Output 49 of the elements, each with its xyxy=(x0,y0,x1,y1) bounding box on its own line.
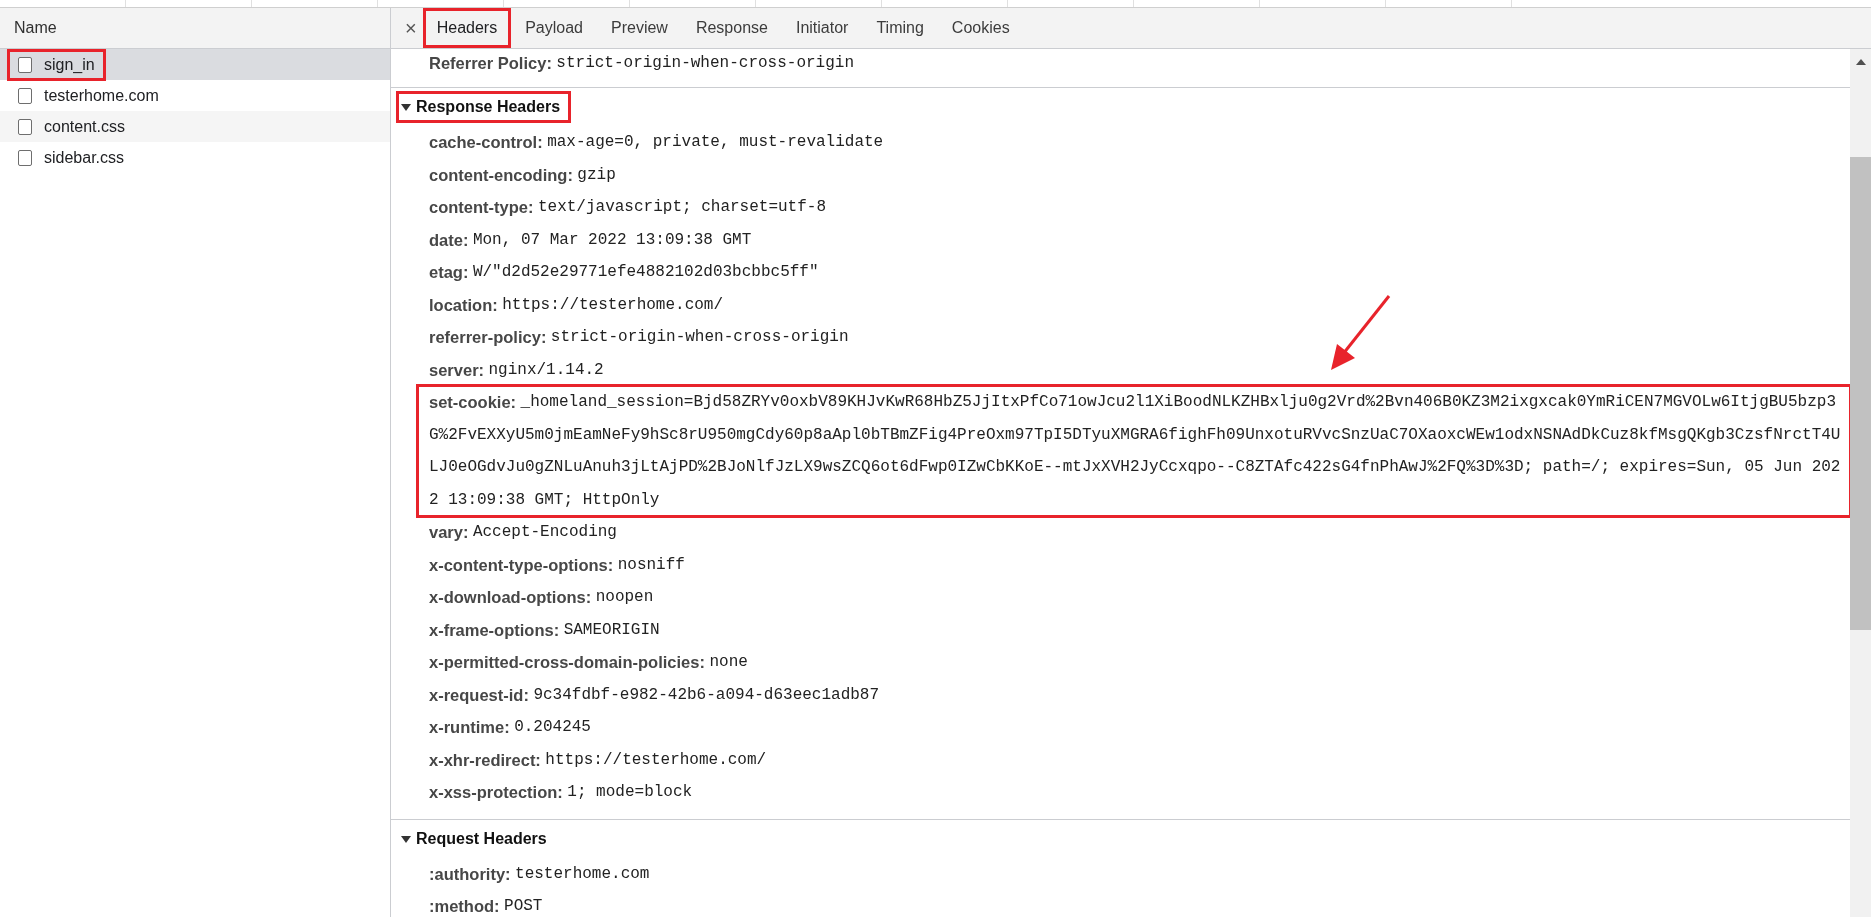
file-icon xyxy=(18,149,32,166)
header-entry: Referrer Policy: strict-origin-when-cross-origin xyxy=(428,53,855,74)
tab[interactable]: Headers xyxy=(422,8,512,48)
header-entry: :method: POST xyxy=(428,896,544,917)
file-icon xyxy=(18,87,32,104)
tab[interactable]: Initiator xyxy=(781,8,863,48)
triangle-icon[interactable] xyxy=(401,833,411,844)
tab[interactable]: Timing xyxy=(862,8,938,48)
header-entry: cache-control: max-age=0, private, must-revalidate xyxy=(428,132,885,153)
section-header[interactable]: Request Headers xyxy=(399,825,555,852)
header-entry: x-xhr-redirect: https://testerhome.com/ xyxy=(428,749,768,771)
header-entry: x-download-options: noopen xyxy=(428,587,655,608)
header-entry: referrer-policy: strict-origin-when-cross-origin xyxy=(428,327,850,348)
request-name: content.css xyxy=(44,117,125,136)
header-entry: etag: W/"d2d52e29771efe4882102d03bcbbc5ff" xyxy=(428,262,820,283)
request-name: sign_in xyxy=(44,55,95,74)
close-button[interactable]: × xyxy=(399,8,423,48)
header-entry: location: https://testerhome.com/ xyxy=(428,294,725,316)
header-entry: server: nginx/1.14.2 xyxy=(428,359,605,381)
request-row[interactable]: sidebar.css xyxy=(0,142,390,173)
file-icon xyxy=(18,56,32,73)
request-row[interactable]: testerhome.com xyxy=(0,80,390,111)
header-entry: x-frame-options: SAMEORIGIN xyxy=(428,619,661,641)
header-entry: date: Mon, 07 Mar 2022 13:09:38 GMT xyxy=(428,229,753,251)
header-entry: x-xss-protection: 1; mode=block xyxy=(428,782,694,803)
header-entry: content-encoding: gzip xyxy=(428,164,617,186)
scrollbar[interactable] xyxy=(1850,49,1871,917)
header-entry: content-type: text/javascript; charset=utf-8 xyxy=(428,197,827,218)
request-name: sidebar.css xyxy=(44,148,125,167)
tab[interactable]: Preview xyxy=(597,8,682,48)
section-header[interactable]: Response Headers xyxy=(399,94,569,120)
tab[interactable]: Response xyxy=(681,8,782,48)
scrollbar-thumb[interactable] xyxy=(1850,157,1871,630)
header-entry: set-cookie: _homeland_session=Bjd58ZRYv0oxbV89KHJvKwR68HbZ5JjItxPfCo71owJcu2l1XiBoodNLKZHBxlju0g2Vrd%2Bvn406B0KZ3M2ixgxcak0YmRiCEN7MGVOLw6ItjgBU5bzp3G%2FvEXXyU5m0jmEamNeFy9hSc8rU950mgCdy60p8aApl0bTBmZFig4PreOxm97TpI5DTyuXMGRA6fighFh09UnxotuRVvcSnzUaC7OXaoxcWEw1odxNSNAdDkCuz8kfMsgQKgb3CzsfNrctT4ULJ0eOGdvJu0gZNLuAnuh3jLtAjPD%2BJoNlfJzLX9wsZCQ6ot6dFwp0IZwCbKKoE--mtJxXVH2JyCcxqpo--C8ZTAfc422sG4fnPhAwJ%2FQ%3D%3D; path=/; expires=Sun, 05 Jun 2022 13:09:38 GMT; HttpOnly xyxy=(418,386,1850,516)
request-row[interactable]: sign_in xyxy=(0,49,390,80)
header-entry: x-permitted-cross-domain-policies: none xyxy=(428,652,749,673)
column-header[interactable]: Name xyxy=(0,8,390,49)
header-entry: vary: Accept-Encoding xyxy=(428,522,618,543)
header-entry: x-runtime: 0.204245 xyxy=(428,717,592,738)
triangle-icon[interactable] xyxy=(401,102,411,112)
request-name: testerhome.com xyxy=(44,86,159,105)
header-entry: x-request-id: 9c34fdbf-e982-42b6-a094-d63eec1adb87 xyxy=(428,684,881,706)
header-entry: :authority: testerhome.com xyxy=(428,863,651,885)
file-icon xyxy=(18,118,32,135)
header-entry: x-content-type-options: nosniff xyxy=(428,554,686,576)
request-row[interactable]: content.css xyxy=(0,111,390,142)
scroll-up-icon[interactable] xyxy=(1855,59,1866,65)
tab[interactable]: Cookies xyxy=(937,8,1024,48)
tab[interactable]: Payload xyxy=(511,8,597,48)
